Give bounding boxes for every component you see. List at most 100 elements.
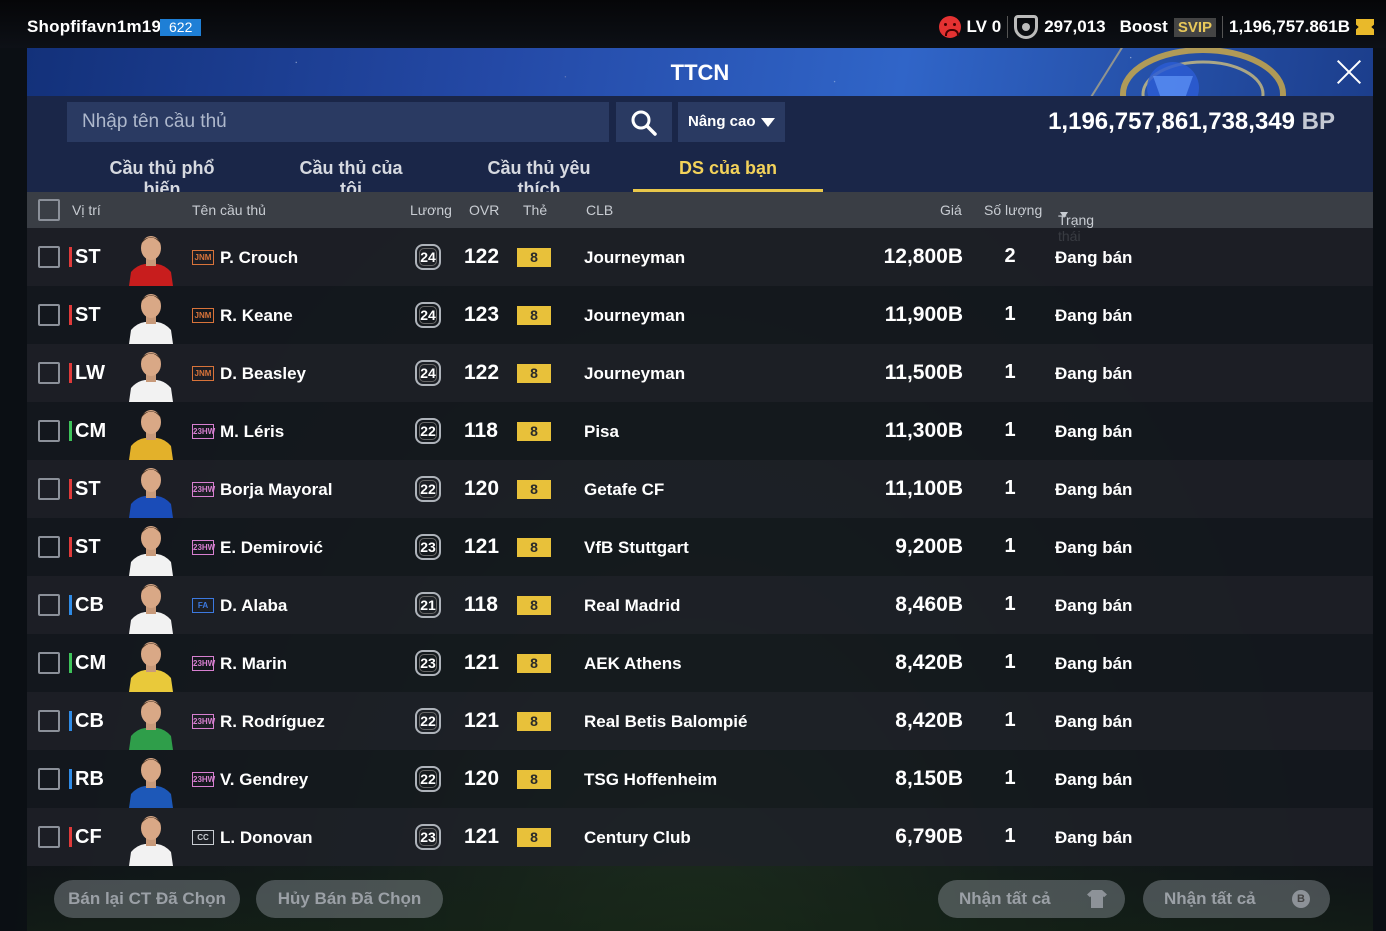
- table-row[interactable]: ST 23HW E. Demirović 23 121 8 VfB Stuttg…: [27, 518, 1373, 576]
- table-row[interactable]: LW JNM D. Beasley 24 122 8 Journeyman 11…: [27, 344, 1373, 402]
- row-checkbox[interactable]: [38, 652, 60, 674]
- table-row[interactable]: ST JNM R. Keane 24 123 8 Journeyman 11,9…: [27, 286, 1373, 344]
- row-checkbox[interactable]: [38, 478, 60, 500]
- divider: [1007, 16, 1009, 38]
- svip-badge[interactable]: SVIP: [1173, 17, 1216, 37]
- quantity-value: 1: [1004, 593, 1016, 615]
- player-name: R. Marin: [220, 654, 288, 673]
- col-name: Tên cầu thủ: [192, 202, 266, 218]
- close-button[interactable]: [1331, 54, 1367, 90]
- tab-favorite-players[interactable]: Cầu thủ yêu thích: [474, 158, 604, 199]
- price-value: 11,300B: [884, 419, 963, 442]
- row-checkbox[interactable]: [38, 420, 60, 442]
- search-button[interactable]: [616, 102, 672, 142]
- row-checkbox[interactable]: [38, 826, 60, 848]
- table-header: Vị trí Tên cầu thủ Lương OVR Thẻ CLB Giá…: [27, 192, 1373, 244]
- season-badge-icon: 23HW: [192, 656, 215, 671]
- row-checkbox[interactable]: [38, 362, 60, 384]
- card-level-badge: 8: [517, 538, 551, 557]
- season-badge-icon: 23HW: [192, 424, 215, 439]
- club-name: Journeyman: [584, 364, 686, 383]
- season-badge-icon: JNM: [192, 308, 214, 323]
- status-label: Đang bán: [1055, 248, 1133, 267]
- shirt-icon: [1087, 890, 1107, 908]
- wage-badge: 24: [415, 302, 441, 328]
- season-badge-icon: FA: [192, 598, 214, 613]
- bp-amount: 297,013: [1044, 17, 1106, 36]
- tab-popular-players[interactable]: Cầu thủ phổ biến: [100, 158, 224, 199]
- card-level-badge: 8: [517, 364, 551, 383]
- bp-pouch-icon: [1014, 15, 1039, 39]
- bp-balance-unit: BP: [1301, 108, 1335, 135]
- wage-badge: 22: [415, 476, 441, 502]
- quantity-value: 1: [1004, 651, 1016, 673]
- player-portrait-icon: [129, 468, 173, 518]
- position-label: ST: [69, 536, 101, 558]
- wage-badge: 24: [415, 360, 441, 386]
- card-level-badge: 8: [517, 712, 551, 731]
- row-checkbox[interactable]: [38, 710, 60, 732]
- transfer-market-window: TTCN Nâng cao 1,196,757,861,738,349 BP C…: [27, 48, 1373, 931]
- claim-all-items-button[interactable]: Nhận tất cả: [938, 880, 1125, 918]
- tab-my-players[interactable]: Cầu thủ của tôi: [295, 158, 407, 199]
- tab-your-listings[interactable]: DS của bạn: [633, 158, 823, 192]
- claim-all-coins-button[interactable]: Nhận tất cả B: [1143, 880, 1330, 918]
- card-level-badge: 8: [517, 770, 551, 789]
- table-row[interactable]: RB 23HW V. Gendrey 22 120 8 TSG Hoffenhe…: [27, 750, 1373, 808]
- quantity-value: 1: [1004, 477, 1016, 499]
- advanced-filter-dropdown[interactable]: Nâng cao: [678, 102, 785, 142]
- position-label: ST: [69, 246, 101, 268]
- table-row[interactable]: ST JNM P. Crouch 24 122 8 Journeyman 12,…: [27, 228, 1373, 286]
- ovr-value: 123: [464, 303, 500, 326]
- quantity-value: 2: [1004, 245, 1016, 267]
- table-row[interactable]: CB FA D. Alaba 21 118 8 Real Madrid 8,46…: [27, 576, 1373, 634]
- player-name: Borja Mayoral: [220, 480, 333, 499]
- club-name: Century Club: [584, 828, 691, 847]
- caret-down-icon: [761, 118, 775, 127]
- table-row[interactable]: ST 23HW Borja Mayoral 22 120 8 Getafe CF…: [27, 460, 1373, 518]
- price-value: 9,200B: [895, 535, 963, 558]
- position-label: CB: [69, 710, 104, 732]
- status-label: Đang bán: [1055, 480, 1133, 499]
- col-position: Vị trí: [72, 202, 101, 218]
- cancel-selected-button[interactable]: Hủy Bán Đã Chọn: [256, 880, 443, 918]
- boost-label[interactable]: Boost: [1120, 17, 1168, 37]
- position-label: LW: [69, 362, 105, 384]
- player-name: R. Rodríguez: [220, 712, 325, 731]
- player-search-input[interactable]: [67, 102, 609, 142]
- club-name: Pisa: [584, 422, 619, 441]
- table-row[interactable]: CM 23HW R. Marin 23 121 8 AEK Athens 8,4…: [27, 634, 1373, 692]
- table-row[interactable]: CM 23HW M. Léris 22 118 8 Pisa 11,300B 1…: [27, 402, 1373, 460]
- row-checkbox[interactable]: [38, 536, 60, 558]
- wage-badge: 23: [415, 824, 441, 850]
- price-value: 8,420B: [895, 651, 963, 674]
- ticket-icon[interactable]: [1356, 19, 1374, 35]
- advanced-filter-label: Nâng cao: [688, 113, 756, 130]
- quantity-value: 1: [1004, 419, 1016, 441]
- col-ovr: OVR: [469, 202, 500, 218]
- row-checkbox[interactable]: [38, 246, 60, 268]
- club-name: Real Betis Balompié: [584, 712, 748, 731]
- price-value: 11,900B: [884, 303, 963, 326]
- col-club: CLB: [586, 202, 614, 218]
- player-name: D. Beasley: [220, 364, 306, 383]
- player-portrait-icon: [129, 236, 173, 286]
- player-portrait-icon: [129, 410, 173, 460]
- player-portrait-icon: [129, 352, 173, 402]
- select-all-checkbox[interactable]: [38, 199, 60, 221]
- status-label: Đang bán: [1055, 654, 1133, 673]
- position-label: CB: [69, 594, 104, 616]
- row-checkbox[interactable]: [38, 304, 60, 326]
- resell-selected-button[interactable]: Bán lại CT Đã Chọn: [54, 880, 240, 918]
- table-row[interactable]: CB 23HW R. Rodríguez 22 121 8 Real Betis…: [27, 692, 1373, 750]
- row-checkbox[interactable]: [38, 768, 60, 790]
- table-row[interactable]: CF CC L. Donovan 23 121 8 Century Club 6…: [27, 808, 1373, 866]
- claim-all-coins-label: Nhận tất cả: [1164, 889, 1256, 908]
- ovr-value: 120: [464, 477, 500, 500]
- wage-badge: 24: [415, 244, 441, 270]
- player-name: R. Keane: [220, 306, 293, 325]
- row-checkbox[interactable]: [38, 594, 60, 616]
- wage-badge: 21: [415, 592, 441, 618]
- col-wage: Lương: [410, 202, 452, 218]
- coin-icon: B: [1292, 890, 1310, 908]
